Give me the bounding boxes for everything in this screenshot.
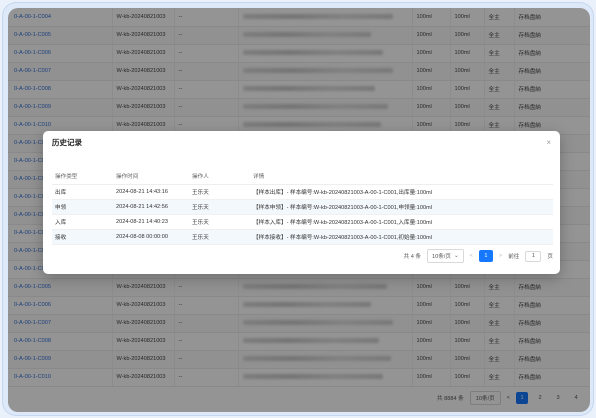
detail-cell: 【样本申领】- 样本编号:W-kb-20240821003-A-00-1-C00…	[250, 199, 553, 215]
dialog-header: 历史记录 ×	[43, 131, 560, 153]
jump-suffix: 页	[547, 254, 553, 260]
operator-cell: 王乐天	[189, 199, 250, 215]
history-header-row: 操作类型 操作时间 操作人 详情	[52, 169, 553, 185]
op-time-cell: 2024-08-08 00:00:00	[113, 229, 189, 245]
op-time-cell: 2024-08-21 14:40:23	[113, 214, 189, 230]
history-row: 入库 2024-08-21 14:40:23 王乐天 【样本入库】- 样本编号:W-k…	[52, 214, 553, 230]
history-row: 申领 2024-08-21 14:42:56 王乐天 【样本申领】- 样本编号:W-k…	[52, 199, 553, 215]
op-time-cell: 2024-08-21 14:43:16	[113, 184, 189, 200]
op-type-cell: 出库	[52, 184, 113, 200]
dialog-total-count: 共 4 条	[403, 254, 421, 260]
jump-page-input[interactable]: 1	[525, 250, 542, 262]
dialog-title: 历史记录	[52, 137, 82, 147]
operator-cell: 王乐天	[189, 214, 250, 230]
jump-label: 前往	[508, 254, 520, 260]
detail-cell: 【样本接收】- 样本编号:W-kb-20240821003-A-00-1-C00…	[250, 229, 553, 245]
dialog-pagination: 共 4 条 10条/页 ⌄ < 1 > 前往 1 页	[404, 249, 553, 263]
close-icon[interactable]: ×	[546, 138, 551, 147]
page-sheet: 0-A-00-1-C004 W-kb-20240821003 -- 100ml 100m…	[8, 8, 590, 412]
window-frame: 0-A-00-1-C004 W-kb-20240821003 -- 100ml 100m…	[2, 2, 594, 416]
dialog-next-button[interactable]: >	[499, 253, 502, 259]
dialog-page-size-label: 10条/页	[431, 254, 451, 260]
op-type-cell: 接收	[52, 229, 113, 245]
operator-cell: 王乐天	[189, 229, 250, 245]
detail-cell: 【样本出库】- 样本编号:W-kb-20240821003-A-00-1-C00…	[250, 184, 553, 200]
dialog-page-1-button[interactable]: 1	[478, 250, 493, 262]
detail-cell: 【样本入库】- 样本编号:W-kb-20240821003-A-00-1-C00…	[250, 214, 553, 230]
history-dialog: 历史记录 × 操作类型 操作时间 操作人 详情 出库 2024-08-21 14:…	[43, 131, 560, 274]
chevron-down-icon: ⌄	[453, 253, 459, 259]
history-table: 操作类型 操作时间 操作人 详情 出库 2024-08-21 14:43:16 王乐…	[52, 169, 553, 245]
op-type-cell: 入库	[52, 214, 113, 230]
op-time-cell: 2024-08-21 14:42:56	[113, 199, 189, 215]
col-op-time: 操作时间	[113, 169, 189, 185]
col-op-type: 操作类型	[52, 169, 113, 185]
history-row: 出库 2024-08-21 14:43:16 王乐天 【样本出库】- 样本编号:W-k…	[52, 184, 553, 200]
operator-cell: 王乐天	[189, 184, 250, 200]
col-operator: 操作人	[189, 169, 250, 185]
history-row: 接收 2024-08-08 00:00:00 王乐天 【样本接收】- 样本编号:W-k…	[52, 229, 553, 245]
col-detail: 详情	[250, 169, 553, 185]
dialog-page-size-select[interactable]: 10条/页 ⌄	[426, 249, 464, 263]
dialog-prev-button[interactable]: <	[470, 253, 473, 259]
op-type-cell: 申领	[52, 199, 113, 215]
